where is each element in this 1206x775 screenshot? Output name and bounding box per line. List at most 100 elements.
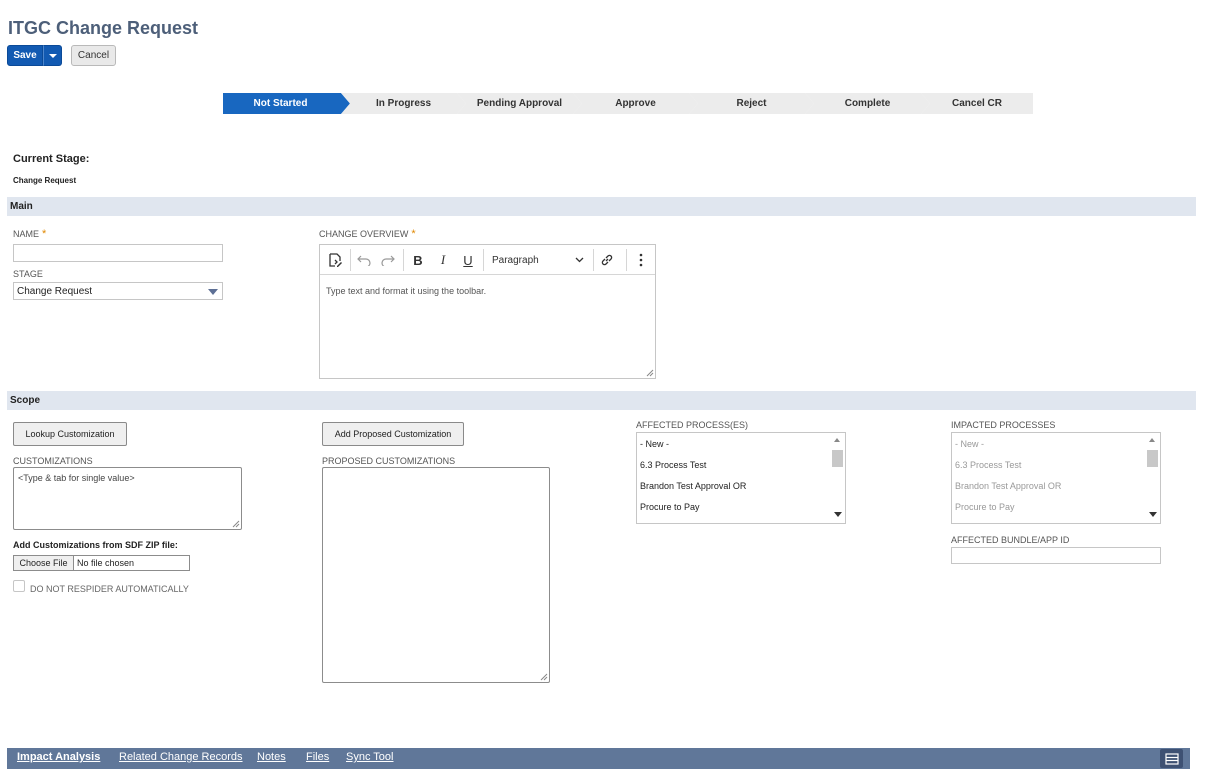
- stage-label: Cancel CR: [951, 98, 1002, 109]
- stage-pending-approval[interactable]: Pending Approval: [457, 93, 582, 114]
- list-item: 6.3 Process Test: [955, 460, 1022, 470]
- scrollbar[interactable]: [829, 433, 845, 523]
- affected-bundle-input[interactable]: [951, 547, 1161, 564]
- sdf-file-input[interactable]: Choose File No file chosen: [13, 555, 190, 571]
- stage-label: STAGE: [13, 269, 43, 279]
- current-stage-value: Change Request: [13, 176, 77, 185]
- tab-sync-tool[interactable]: Sync Tool: [346, 751, 394, 763]
- add-proposed-customization-button[interactable]: Add Proposed Customization: [322, 422, 464, 446]
- change-overview-label-text: CHANGE OVERVIEW: [319, 229, 409, 239]
- main-section-header[interactable]: Main: [7, 197, 1196, 216]
- stage-approve[interactable]: Approve: [573, 93, 698, 114]
- italic-icon[interactable]: I: [433, 250, 453, 270]
- resize-grip-icon[interactable]: [540, 673, 548, 681]
- block-format-value: Paragraph: [492, 254, 539, 266]
- proposed-customizations-input[interactable]: [322, 467, 550, 683]
- proposed-customizations-label: PROPOSED CUSTOMIZATIONS: [322, 456, 456, 466]
- affected-processes-list[interactable]: - New - 6.3 Process Test Brandon Test Ap…: [636, 432, 846, 524]
- respider-label: DO NOT RESPIDER AUTOMATICALLY: [30, 584, 189, 594]
- lookup-customization-button[interactable]: Lookup Customization: [13, 422, 127, 446]
- scroll-down-icon[interactable]: [834, 512, 842, 517]
- resize-grip-icon[interactable]: [646, 369, 654, 377]
- impacted-processes-label: IMPACTED PROCESSES: [951, 420, 1056, 430]
- toolbar-separator: [593, 249, 594, 271]
- customizations-placeholder: <Type & tab for single value>: [18, 473, 135, 483]
- customizations-label: CUSTOMIZATIONS: [13, 456, 93, 466]
- stage-select-value: Change Request: [17, 285, 93, 297]
- respider-checkbox[interactable]: [13, 580, 25, 592]
- stage-complete[interactable]: Complete: [805, 93, 930, 114]
- scroll-down-icon[interactable]: [1149, 512, 1157, 517]
- undo-icon[interactable]: [354, 250, 374, 270]
- editor-toolbar: B I U Paragraph: [320, 245, 655, 275]
- stage-not-started[interactable]: Not Started: [223, 93, 350, 114]
- scrollbar[interactable]: [1144, 433, 1160, 523]
- name-label: NAME *: [13, 228, 46, 240]
- resize-grip-icon[interactable]: [232, 520, 240, 528]
- editor-placeholder: Type text and format it using the toolba…: [326, 286, 487, 296]
- required-mark: *: [42, 228, 47, 240]
- list-item[interactable]: Procure to Pay: [640, 502, 700, 512]
- impacted-processes-list[interactable]: - New - 6.3 Process Test Brandon Test Ap…: [951, 432, 1161, 524]
- list-item[interactable]: - New -: [640, 439, 669, 449]
- choose-file-button[interactable]: Choose File: [14, 556, 74, 570]
- list-item: Procure to Pay: [955, 502, 1015, 512]
- no-file-text: No file chosen: [77, 558, 135, 568]
- required-mark: *: [411, 228, 416, 240]
- affected-bundle-label: AFFECTED BUNDLE/APP ID: [951, 535, 1070, 545]
- toolbar-separator: [626, 249, 627, 271]
- chevron-down-icon: [575, 257, 584, 263]
- stage-cancel-cr[interactable]: Cancel CR: [921, 93, 1033, 114]
- current-stage-label: Current Stage:: [13, 153, 90, 165]
- stage-label: Complete: [844, 98, 891, 109]
- chevron-down-icon: [208, 289, 218, 295]
- change-overview-label: CHANGE OVERVIEW *: [319, 228, 416, 240]
- stage-label: Reject: [736, 98, 767, 109]
- stage-reject[interactable]: Reject: [689, 93, 814, 114]
- link-icon[interactable]: [597, 250, 617, 270]
- toolbar-separator: [403, 249, 404, 271]
- stage-in-progress[interactable]: In Progress: [341, 93, 466, 114]
- cancel-button[interactable]: Cancel: [71, 45, 116, 66]
- customizations-input[interactable]: <Type & tab for single value>: [13, 467, 242, 530]
- list-item[interactable]: 6.3 Process Test: [640, 460, 706, 470]
- scroll-thumb[interactable]: [1147, 450, 1158, 467]
- chevron-down-icon: [48, 53, 57, 58]
- sdf-upload-label: Add Customizations from SDF ZIP file:: [13, 540, 178, 550]
- stage-select[interactable]: Change Request: [13, 282, 223, 300]
- toolbar-separator: [350, 249, 351, 271]
- tab-files[interactable]: Files: [306, 751, 329, 763]
- list-item[interactable]: Brandon Test Approval OR: [640, 481, 746, 491]
- stage-progress: Not Started In Progress Pending Approval…: [223, 93, 1033, 114]
- block-format-select[interactable]: Paragraph: [488, 250, 588, 270]
- save-menu-button[interactable]: [43, 45, 62, 66]
- affected-processes-label: AFFECTED PROCESS(ES): [636, 420, 749, 430]
- scope-section-header[interactable]: Scope: [7, 391, 1196, 410]
- name-input[interactable]: [13, 244, 223, 262]
- subtab-bar: Impact Analysis Related Change Records N…: [7, 748, 1190, 769]
- underline-icon[interactable]: U: [458, 250, 478, 270]
- tab-related-change-records[interactable]: Related Change Records: [119, 751, 243, 763]
- tab-notes[interactable]: Notes: [257, 751, 286, 763]
- stage-label: Pending Approval: [476, 98, 563, 109]
- list-item: Brandon Test Approval OR: [955, 481, 1062, 491]
- layout-toggle-button[interactable]: [1160, 749, 1183, 768]
- stage-label: Approve: [615, 98, 656, 109]
- list-item: - New -: [955, 439, 984, 449]
- bold-icon[interactable]: B: [408, 250, 428, 270]
- tab-impact-analysis[interactable]: Impact Analysis: [17, 751, 100, 763]
- scroll-thumb[interactable]: [832, 450, 843, 467]
- layout-rows-icon: [1164, 752, 1179, 765]
- toolbar-separator: [483, 249, 484, 271]
- scroll-up-icon[interactable]: [1149, 438, 1155, 442]
- change-overview-editor[interactable]: B I U Paragraph Type text and format it …: [319, 244, 656, 379]
- name-label-text: NAME: [13, 229, 40, 239]
- redo-icon[interactable]: [378, 250, 398, 270]
- scroll-up-icon[interactable]: [834, 438, 840, 442]
- stage-label: In Progress: [375, 98, 432, 109]
- ai-assist-icon[interactable]: [324, 250, 346, 270]
- page-title: ITGC Change Request: [8, 18, 199, 38]
- more-vertical-icon[interactable]: [631, 250, 651, 270]
- stage-label: Not Started: [253, 98, 308, 109]
- save-button[interactable]: Save: [7, 45, 43, 66]
